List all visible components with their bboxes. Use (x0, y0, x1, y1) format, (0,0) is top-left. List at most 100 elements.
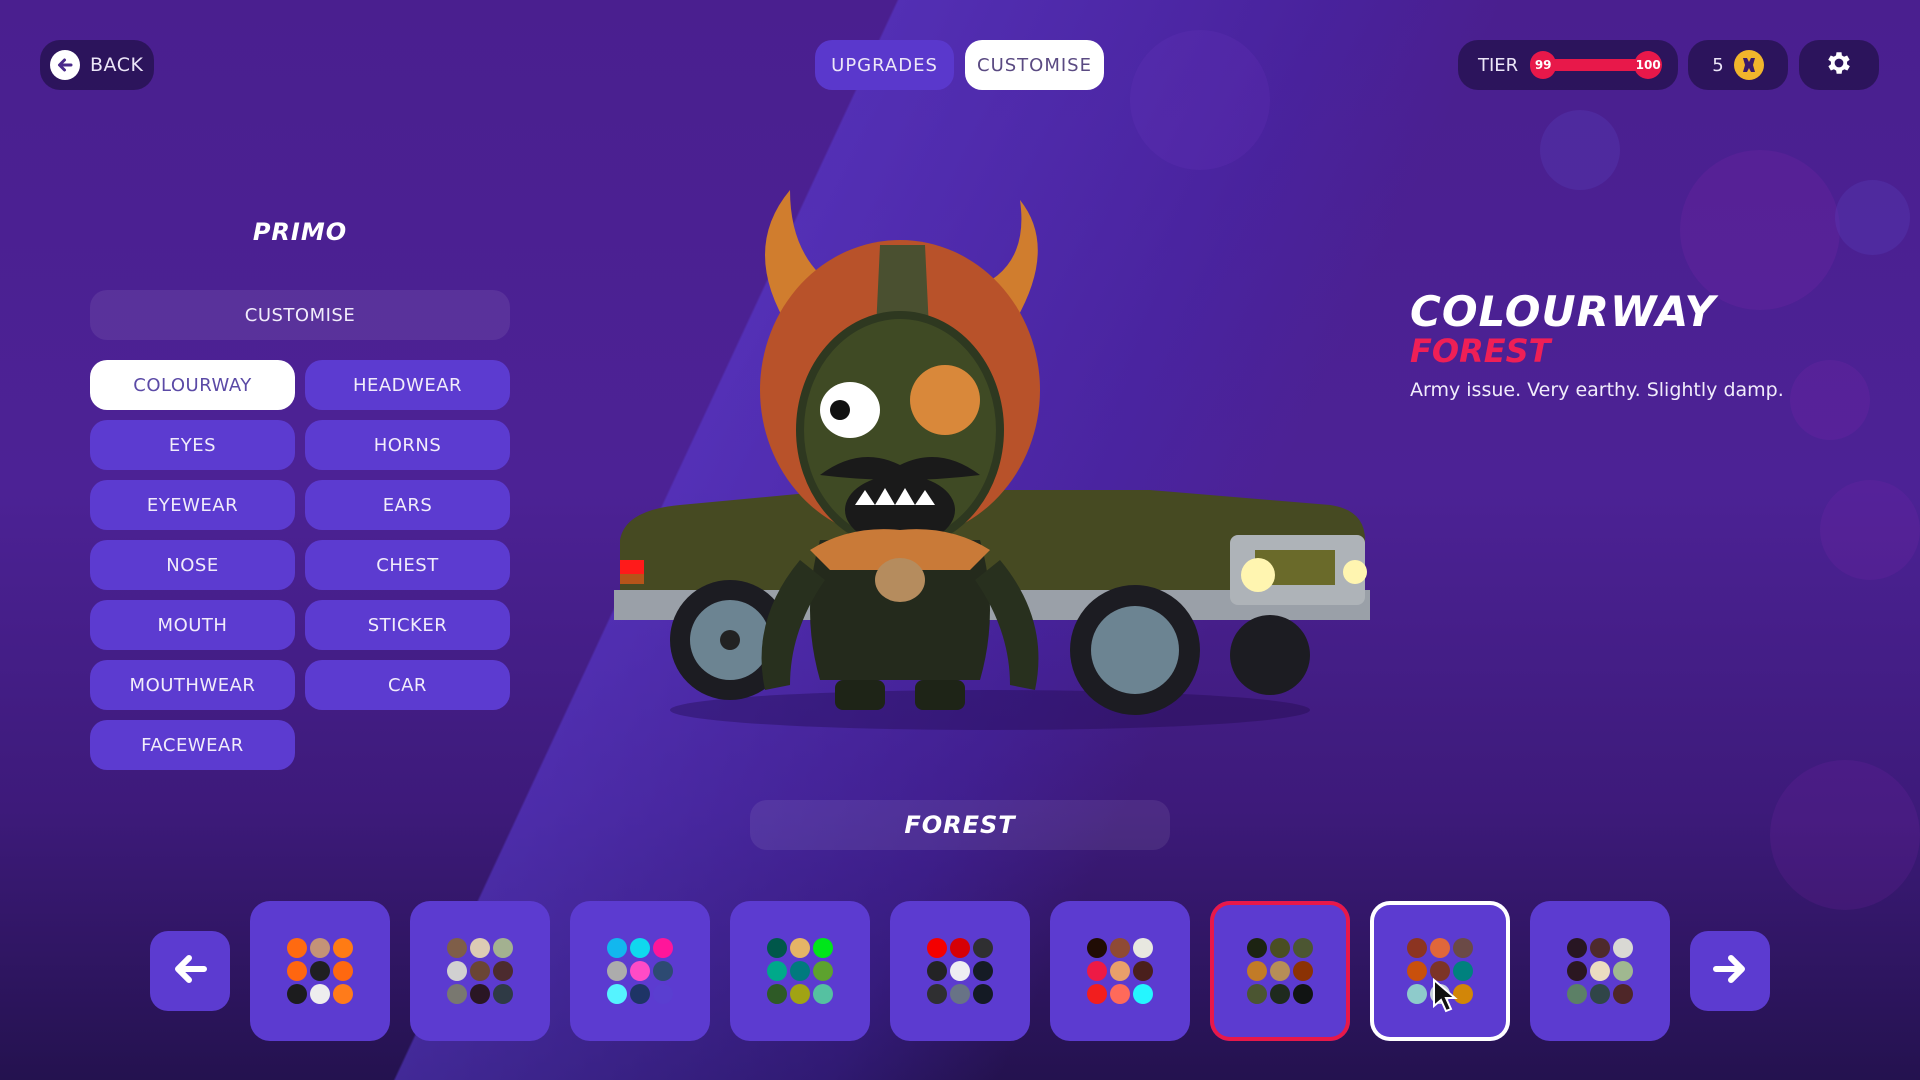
character-preview[interactable] (590, 110, 1390, 760)
category-horns[interactable]: HORNS (305, 420, 510, 470)
coin-icon (1733, 50, 1764, 80)
palette-dot (333, 938, 353, 958)
palette-dot (1110, 984, 1130, 1004)
palette-dot (1590, 961, 1610, 981)
category-colourway[interactable]: COLOURWAY (90, 360, 295, 410)
category-chest[interactable]: CHEST (305, 540, 510, 590)
colourway-swatch[interactable] (250, 901, 390, 1041)
palette-dot (927, 984, 947, 1004)
back-label: BACK (90, 54, 144, 76)
palette-dot (333, 984, 353, 1004)
palette-dot (1087, 938, 1107, 958)
colourway-swatch[interactable] (890, 901, 1030, 1041)
swatch-palette (767, 938, 833, 1004)
top-tabs: UPGRADES CUSTOMISE (815, 40, 1104, 90)
palette-dot (287, 961, 307, 981)
tier-label: TIER (1478, 54, 1519, 76)
palette-dot (447, 961, 467, 981)
background-bokeh (1770, 760, 1920, 910)
swatch-palette (447, 938, 513, 1004)
palette-dot (653, 984, 673, 1004)
palette-dot (790, 938, 810, 958)
tab-customise[interactable]: CUSTOMISE (965, 40, 1104, 90)
palette-dot (1590, 984, 1610, 1004)
arrow-left-circle-icon (50, 50, 80, 80)
palette-dot (813, 984, 833, 1004)
previous-button[interactable] (150, 931, 230, 1011)
palette-dot (310, 938, 330, 958)
palette-dot (630, 961, 650, 981)
palette-dot (1613, 961, 1633, 981)
palette-dot (653, 961, 673, 981)
palette-dot (1087, 984, 1107, 1004)
palette-dot (310, 984, 330, 1004)
background-bokeh (1790, 360, 1870, 440)
palette-dot (1613, 984, 1633, 1004)
palette-dot (287, 984, 307, 1004)
colourway-swatch[interactable] (1210, 901, 1350, 1041)
selected-colourway-name: FOREST (750, 800, 1170, 850)
colourway-swatch[interactable] (1530, 901, 1670, 1041)
palette-dot (973, 961, 993, 981)
palette-dot (1407, 938, 1427, 958)
swatch-palette (1567, 938, 1633, 1004)
palette-dot (287, 938, 307, 958)
palette-dot (1407, 984, 1427, 1004)
arrow-right-icon (1710, 949, 1750, 993)
tier-current: 99 (1530, 51, 1557, 79)
item-detail: COLOURWAY FOREST Army issue. Very earthy… (1410, 289, 1784, 401)
background-bokeh (1540, 110, 1620, 190)
palette-dot (1430, 938, 1450, 958)
category-facewear[interactable]: FACEWEAR (90, 720, 295, 770)
back-button[interactable]: BACK (40, 40, 154, 90)
palette-dot (493, 961, 513, 981)
colourway-swatch[interactable] (410, 901, 550, 1041)
mouse-cursor-icon (1432, 977, 1458, 1018)
background-bokeh (1680, 150, 1840, 310)
category-sticker[interactable]: STICKER (305, 600, 510, 650)
colourway-swatch[interactable] (1370, 901, 1510, 1041)
swatch-palette (607, 938, 673, 1004)
palette-dot (973, 984, 993, 1004)
palette-dot (1293, 938, 1313, 958)
palette-dot (1407, 961, 1427, 981)
palette-dot (1567, 984, 1587, 1004)
swatch-palette (1087, 938, 1153, 1004)
next-button[interactable] (1690, 931, 1770, 1011)
palette-dot (1247, 938, 1267, 958)
palette-dot (1133, 984, 1153, 1004)
category-eyewear[interactable]: EYEWEAR (90, 480, 295, 530)
category-grid: COLOURWAY HEADWEAR EYES HORNS EYEWEAR EA… (90, 360, 510, 770)
palette-dot (973, 938, 993, 958)
palette-dot (630, 984, 650, 1004)
detail-subtitle: FOREST (1410, 332, 1551, 371)
palette-dot (790, 984, 810, 1004)
palette-dot (470, 938, 490, 958)
palette-dot (927, 938, 947, 958)
palette-dot (310, 961, 330, 981)
category-ears[interactable]: EARS (305, 480, 510, 530)
palette-dot (1133, 961, 1153, 981)
coin-balance: 5 (1688, 40, 1788, 90)
colourway-swatch[interactable] (1050, 901, 1190, 1041)
customise-section-label: CUSTOMISE (90, 290, 510, 340)
category-car[interactable]: CAR (305, 660, 510, 710)
category-mouthwear[interactable]: MOUTHWEAR (90, 660, 295, 710)
tab-upgrades[interactable]: UPGRADES (815, 40, 954, 90)
palette-dot (1133, 938, 1153, 958)
category-eyes[interactable]: EYES (90, 420, 295, 470)
tier-progress-bar: 99 100 (1530, 51, 1663, 79)
palette-dot (1087, 961, 1107, 981)
settings-button[interactable] (1799, 40, 1879, 90)
palette-dot (767, 984, 787, 1004)
background-bokeh (1835, 180, 1910, 255)
colourway-swatch[interactable] (730, 901, 870, 1041)
palette-dot (950, 961, 970, 981)
category-nose[interactable]: NOSE (90, 540, 295, 590)
category-mouth[interactable]: MOUTH (90, 600, 295, 650)
palette-dot (447, 938, 467, 958)
category-headwear[interactable]: HEADWEAR (305, 360, 510, 410)
colourway-swatch[interactable] (570, 901, 710, 1041)
palette-dot (607, 984, 627, 1004)
palette-dot (1110, 938, 1130, 958)
